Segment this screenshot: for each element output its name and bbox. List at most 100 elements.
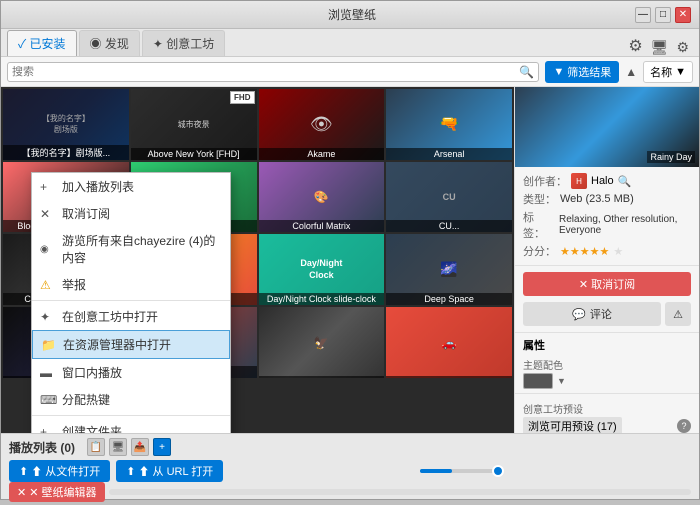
grid-item-15-label [259,376,385,378]
maximize-button[interactable]: □ [655,7,671,23]
open-url-button[interactable]: ⬆ ⬆ 从 URL 打开 [116,460,223,482]
grid-item-3-label: Akame [259,148,385,160]
rp-warn-button[interactable]: ⚠ [665,302,691,326]
main-area: 【我的名字】剧场版 【我的名字】剧场版... FHD 城市夜景 Above Ne… [1,87,699,433]
cm-folder-icon: 📁 [41,338,56,352]
grid-item-4-label: Arsenal [386,148,512,160]
rp-info-section: 创作者： H Halo 🔍 类型： Web (23.5 MB) 标签： Rela… [515,167,699,266]
wallpaper-edit-button[interactable]: ✕ ✕ 壁纸编辑器 [9,482,105,502]
slider-thumb [492,465,504,477]
rp-attr-section: 属性 主题配色 ▼ [515,333,699,394]
playlist-icon-2[interactable]: 🖥 [109,438,127,456]
settings-icon[interactable]: ⚙ [624,36,646,56]
rp-preview-label: Rainy Day [647,151,695,163]
search-box[interactable]: 🔍 [7,62,539,82]
rp-unsubscribe-button[interactable]: ✕ 取消订阅 [523,272,691,296]
cm-workshop-icon: ✦ [40,310,50,324]
grid-item-16[interactable]: 🚗 [386,307,512,378]
rp-author-name: Halo [591,175,614,187]
cm-unsubscribe[interactable]: ✕ 取消订阅 [32,200,230,227]
rp-author-label: 创作者： [523,173,567,189]
sort-down-icon: ▼ [675,66,686,78]
close-button[interactable]: ✕ [675,7,691,23]
cm-create-folder-label: 创建文件夹 [62,423,122,433]
edit-label: ✕ 壁纸编辑器 [29,484,96,500]
open-url-icon: ⬆ [126,465,135,478]
rp-author-row: 创作者： H Halo 🔍 [523,173,691,189]
bottom-row3: ✕ ✕ 壁纸编辑器 [1,482,699,505]
grid-item-8[interactable]: CU CU... [386,162,512,233]
grid-item-16-label [386,376,512,378]
cm-add-playlist[interactable]: + 加入播放列表 [32,173,230,200]
cm-report[interactable]: ⚠ 举报 [32,271,230,298]
tab-workshop[interactable]: ✦ 创意工坊 [142,30,225,56]
grid-item-8-label: CU... [386,220,512,232]
cm-create-folder-icon: + [40,425,47,434]
grid-item-4[interactable]: 🔫 Arsenal [386,89,512,160]
rp-score-row: 分分： ★★★★★ ★ [523,243,691,259]
tab-installed[interactable]: ✓ 已安装 [7,30,77,56]
rp-dropdown-arrow: ▼ [557,376,566,386]
rp-actions-section: ✕ 取消订阅 💬 评论 ⚠ [515,266,699,333]
grid-item-7[interactable]: 🎨 Colorful Matrix [259,162,385,233]
tab-discover-icon: ◉ [90,37,105,51]
cm-browse-author[interactable]: ◉ 游览所有来自chayezire (4)的内容 [32,227,230,271]
cm-open-workshop-label: 在创意工坊中打开 [62,308,158,325]
rp-score-label: 分分： [523,243,556,259]
grid-item-12[interactable]: 🌌 Deep Space [386,234,512,305]
comment-label: 评论 [590,306,612,322]
slider-track[interactable] [420,469,500,473]
cm-open-manager[interactable]: 📁 在资源管理器中打开 [32,330,230,359]
grid-item-3[interactable]: 👁 Akame [259,89,385,160]
monitor-icon[interactable]: 🖥 [647,39,673,56]
rp-preview: Rainy Day [515,87,699,167]
search-author-icon[interactable]: 🔍 [618,175,632,188]
content-area: 【我的名字】剧场版 【我的名字】剧场版... FHD 城市夜景 Above Ne… [1,87,514,433]
rp-tags-row: 标签： Relaxing, Other resolution, Everyone [523,209,691,241]
grid-item-11[interactable]: Day/NightClock Day/Night Clock slide-clo… [259,234,385,305]
tab-discover[interactable]: ◉ 发现 [79,30,140,56]
gear-icon[interactable]: ⚙ [672,39,693,56]
bottom-row1: 播放列表 (0) 📋 🖥 📤 + [1,434,699,460]
search-input[interactable] [12,66,519,78]
rp-type-label: 类型： [523,191,556,207]
filter-button[interactable]: ▼ 筛选结果 [545,61,619,83]
bottom-row2: ⬆ ⬆ 从文件打开 ⬆ ⬆ 从 URL 打开 [1,460,699,482]
grid-item-12-label: Deep Space [386,293,512,305]
open-file-button[interactable]: ⬆ ⬆ 从文件打开 [9,460,110,482]
slider-fill [420,469,452,473]
cm-hotkey[interactable]: ⌨ 分配热键 [32,386,230,413]
grid-item-2[interactable]: FHD 城市夜景 Above New York [FHD] [131,89,257,160]
rp-type-row: 类型： Web (23.5 MB) [523,191,691,207]
cm-add-label: 加入播放列表 [62,178,134,195]
grid-item-15[interactable]: 🦅 [259,307,385,378]
search-icon: 🔍 [519,65,534,79]
sort-up-icon[interactable]: ▲ [625,65,637,79]
tabs-bar: ✓ 已安装 ◉ 发现 ✦ 创意工坊 ⚙ 🖥 ⚙ [1,29,699,57]
cm-window-play[interactable]: ▬ 窗口内播放 [32,359,230,386]
rp-help-icon[interactable]: ? [677,419,691,433]
app-window: 浏览壁纸 — □ ✕ ✓ 已安装 ◉ 发现 ✦ 创意工坊 ⚙ 🖥 ⚙ 🔍 [0,0,700,500]
playlist-icon-3[interactable]: 📤 [131,438,149,456]
sort-label: 名称 [650,64,672,80]
cm-hotkey-label: 分配热键 [62,391,110,408]
rp-color-box[interactable] [523,373,553,389]
cm-unsubscribe-icon: ✕ [40,207,50,221]
cm-create-folder[interactable]: + 创建文件夹 [32,418,230,433]
playlist-icon-1[interactable]: 📋 [87,438,105,456]
cm-divider-2 [32,415,230,416]
bottom-icons: 📋 🖥 📤 + [87,438,171,456]
filter-label: 筛选结果 [567,64,611,80]
rp-comment-button[interactable]: 💬 评论 [523,302,661,326]
rp-workshop-label: 创意工坊预设 [523,401,691,416]
sort-button[interactable]: 名称 ▼ [643,61,693,83]
rp-star-add[interactable]: ★ [613,245,623,258]
rp-theme-label: 主题配色 [523,357,691,372]
minimize-button[interactable]: — [635,7,651,23]
rp-available-label: 浏览可用预设 (17) [523,417,622,433]
grid-item-1[interactable]: 【我的名字】剧场版 【我的名字】剧场版... [3,89,129,160]
playlist-add-button[interactable]: + [153,438,171,456]
comment-icon: 💬 [572,308,586,321]
bottom-bar: 播放列表 (0) 📋 🖥 📤 + ⬆ ⬆ 从文件打开 ⬆ ⬆ 从 URL 打开 [1,433,699,499]
cm-open-workshop[interactable]: ✦ 在创意工坊中打开 [32,303,230,330]
